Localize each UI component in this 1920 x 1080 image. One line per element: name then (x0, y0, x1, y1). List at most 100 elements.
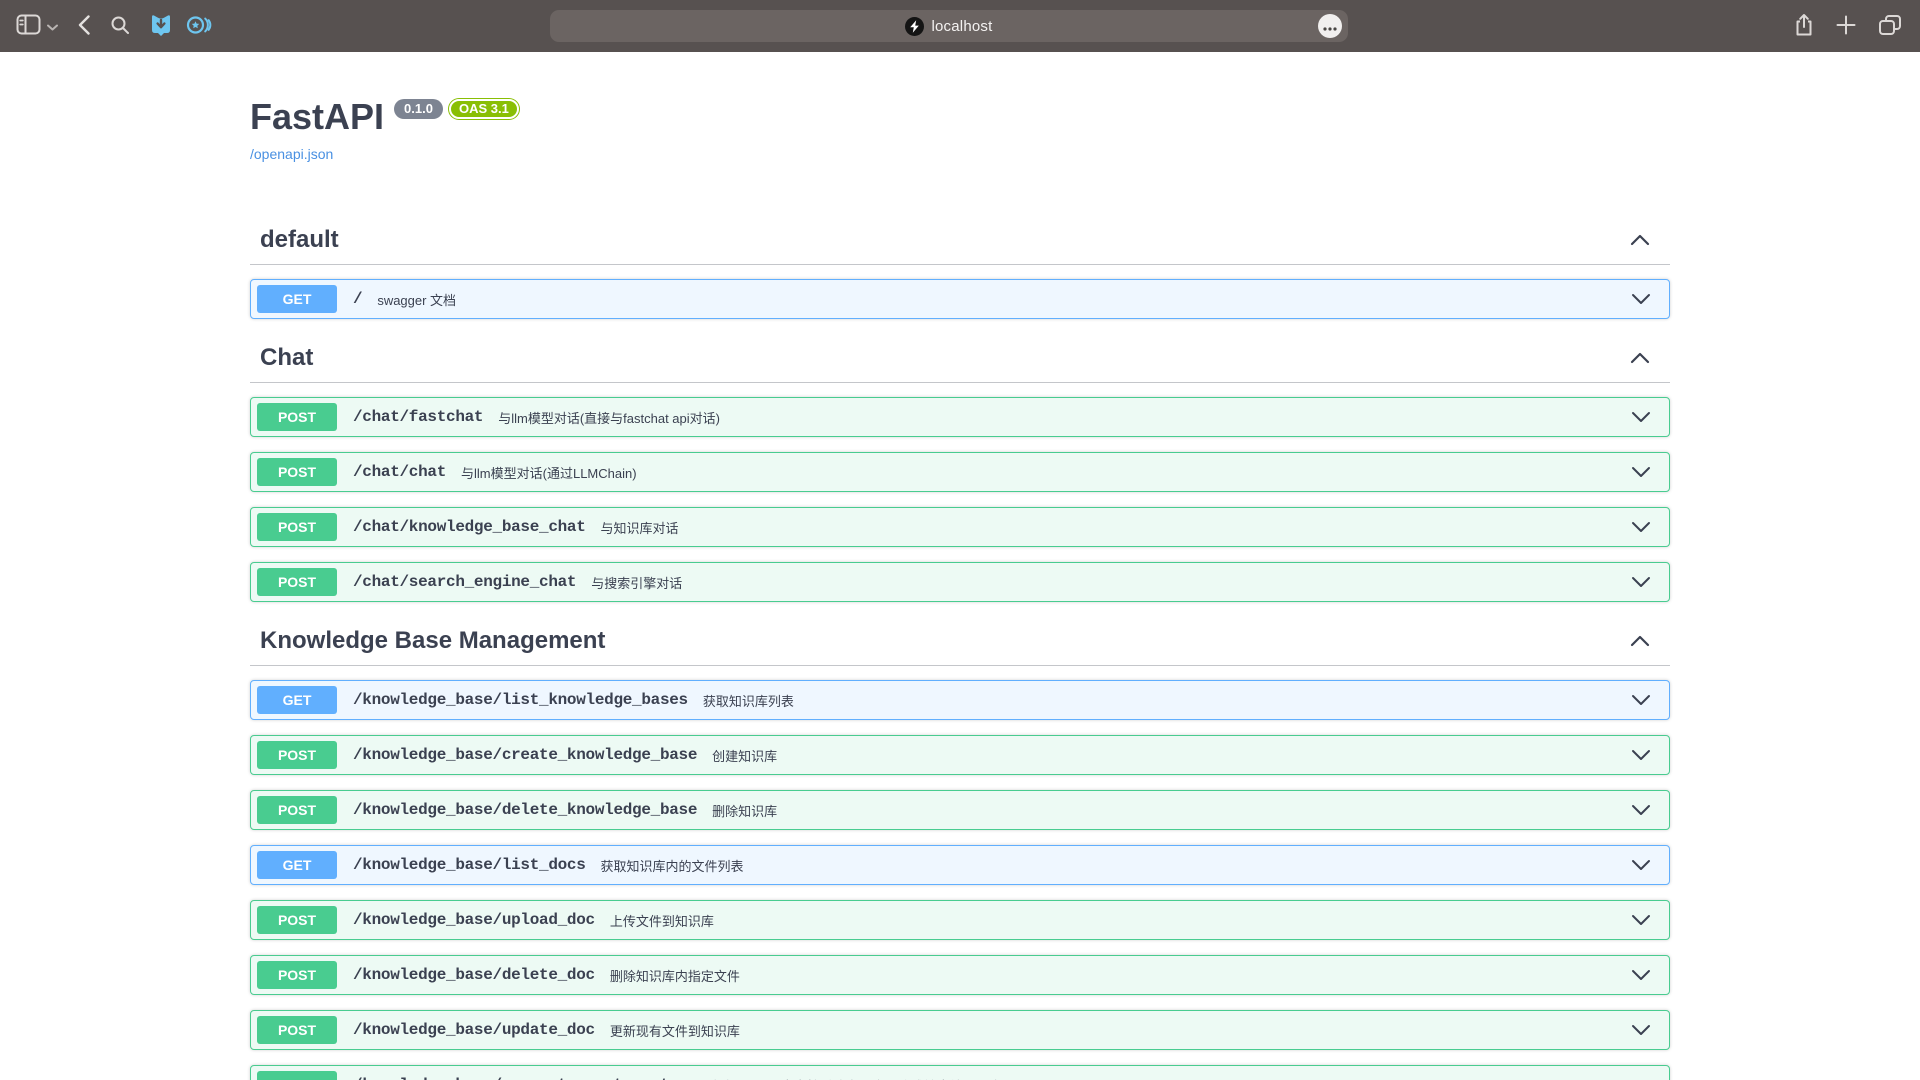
tab-overview-button[interactable] (1878, 14, 1902, 39)
expand-endpoint-icon[interactable] (1631, 293, 1651, 305)
endpoint-row[interactable]: GET / swagger 文档 (250, 279, 1670, 319)
section-title: Knowledge Base Management (260, 627, 605, 655)
sidebar-toggle-button[interactable] (16, 14, 41, 38)
http-method-badge: POST (257, 961, 337, 989)
collapse-section-icon[interactable] (1630, 347, 1650, 369)
section-title: Chat (260, 344, 313, 372)
openapi-spec-link[interactable]: /openapi.json (250, 146, 333, 162)
section-operations: POST /chat/fastchat 与llm模型对话(直接与fastchat… (250, 397, 1670, 602)
endpoint-description: 获取知识库列表 (703, 691, 794, 710)
endpoint-path: / (353, 290, 362, 308)
oas-badge: OAS 3.1 (449, 99, 519, 119)
endpoint-description: swagger 文档 (377, 290, 456, 309)
endpoint-path: /knowledge_base/list_docs (353, 856, 586, 874)
endpoint-path: /chat/search_engine_chat (353, 573, 576, 591)
endpoint-description: 与知识库对话 (601, 518, 679, 537)
section-title: default (260, 226, 339, 254)
endpoint-description: 更新现有文件到知识库 (610, 1021, 740, 1040)
expand-endpoint-icon[interactable] (1631, 411, 1651, 423)
endpoint-row[interactable]: POST /chat/fastchat 与llm模型对话(直接与fastchat… (250, 397, 1670, 437)
section-operations: GET / swagger 文档 (250, 279, 1670, 319)
api-section: Chat POST /chat/fastchat 与llm模型对话(直接与fas… (250, 334, 1670, 602)
page-settings-button[interactable] (1318, 14, 1342, 38)
expand-endpoint-icon[interactable] (1631, 1024, 1651, 1036)
http-method-badge: POST (257, 568, 337, 596)
http-method-badge: POST (257, 458, 337, 486)
http-method-badge: POST (257, 906, 337, 934)
chevron-down-icon (47, 19, 58, 34)
expand-endpoint-icon[interactable] (1631, 576, 1651, 588)
endpoint-path: /knowledge_base/recreate_vector_store (353, 1076, 697, 1080)
http-method-badge: POST (257, 513, 337, 541)
back-button[interactable] (78, 15, 90, 38)
endpoint-path: /knowledge_base/list_knowledge_bases (353, 691, 688, 709)
endpoint-row[interactable]: POST /chat/knowledge_base_chat 与知识库对话 (250, 507, 1670, 547)
http-method-badge: GET (257, 851, 337, 879)
extension-shield-icon (150, 13, 172, 40)
collapse-section-icon[interactable] (1630, 630, 1650, 652)
tab-overview-icon (1878, 14, 1902, 39)
toolbar-left-group (0, 13, 226, 40)
api-title-text: FastAPI (250, 96, 384, 138)
endpoint-row[interactable]: POST /knowledge_base/upload_doc 上传文件到知识库 (250, 900, 1670, 940)
search-icon (110, 15, 130, 38)
url-host: localhost (931, 18, 992, 35)
http-method-badge: POST (257, 796, 337, 824)
endpoint-path: /knowledge_base/update_doc (353, 1021, 595, 1039)
new-tab-button[interactable] (1836, 15, 1856, 38)
section-header[interactable]: Knowledge Base Management (250, 617, 1670, 666)
sidebar-icon (16, 14, 41, 38)
expand-endpoint-icon[interactable] (1631, 804, 1651, 816)
expand-endpoint-icon[interactable] (1631, 521, 1651, 533)
endpoint-row[interactable]: POST /knowledge_base/recreate_vector_sto… (250, 1065, 1670, 1080)
api-section: default GET / swagger 文档 (250, 216, 1670, 319)
endpoint-row[interactable]: POST /knowledge_base/create_knowledge_ba… (250, 735, 1670, 775)
expand-endpoint-icon[interactable] (1631, 466, 1651, 478)
http-method-badge: POST (257, 1071, 337, 1080)
endpoint-row[interactable]: POST /knowledge_base/delete_doc 删除知识库内指定… (250, 955, 1670, 995)
page-title: FastAPI 0.1.0 OAS 3.1 (250, 96, 1670, 138)
sections: default GET / swagger 文档 Chat (250, 216, 1670, 1080)
section-header[interactable]: default (250, 216, 1670, 265)
extension-shield-button[interactable] (150, 13, 172, 40)
sidebar-menu-button[interactable] (47, 19, 58, 34)
share-button[interactable] (1794, 13, 1814, 40)
endpoint-row[interactable]: GET /knowledge_base/list_knowledge_bases… (250, 680, 1670, 720)
address-bar[interactable]: localhost (550, 10, 1348, 42)
http-method-badge: GET (257, 686, 337, 714)
api-section: Knowledge Base Management GET /knowledge… (250, 617, 1670, 1080)
endpoint-row[interactable]: POST /knowledge_base/update_doc 更新现有文件到知… (250, 1010, 1670, 1050)
collapse-section-icon[interactable] (1630, 229, 1650, 251)
http-method-badge: POST (257, 403, 337, 431)
endpoint-description: 创建知识库 (712, 746, 777, 765)
share-icon (1794, 13, 1814, 40)
endpoint-description: 删除知识库内指定文件 (610, 966, 740, 985)
expand-endpoint-icon[interactable] (1631, 969, 1651, 981)
endpoint-description: 与搜索引擎对话 (591, 573, 682, 592)
section-operations: GET /knowledge_base/list_knowledge_bases… (250, 680, 1670, 1080)
endpoint-path: /chat/knowledge_base_chat (353, 518, 586, 536)
toolbar-right-group (1772, 0, 1902, 52)
endpoint-row[interactable]: GET /knowledge_base/list_docs 获取知识库内的文件列… (250, 845, 1670, 885)
expand-endpoint-icon[interactable] (1631, 914, 1651, 926)
expand-endpoint-icon[interactable] (1631, 749, 1651, 761)
http-method-badge: POST (257, 1016, 337, 1044)
expand-endpoint-icon[interactable] (1631, 859, 1651, 871)
api-info-block: FastAPI 0.1.0 OAS 3.1 /openapi.json (250, 52, 1670, 164)
extension-dial-button[interactable] (186, 14, 212, 39)
endpoint-description: 根据content中文档重建向量库，流式输出处理进度。 (712, 1076, 1015, 1080)
endpoint-row[interactable]: POST /chat/search_engine_chat 与搜索引擎对话 (250, 562, 1670, 602)
endpoint-description: 与llm模型对话(直接与fastchat api对话) (498, 408, 720, 427)
endpoint-path: /knowledge_base/delete_doc (353, 966, 595, 984)
browser-toolbar: localhost (0, 0, 1920, 52)
http-method-badge: GET (257, 285, 337, 313)
endpoint-path: /chat/fastchat (353, 408, 483, 426)
site-favicon-icon (905, 17, 924, 36)
section-header[interactable]: Chat (250, 334, 1670, 383)
endpoint-description: 获取知识库内的文件列表 (601, 856, 744, 875)
endpoint-row[interactable]: POST /knowledge_base/delete_knowledge_ba… (250, 790, 1670, 830)
endpoint-row[interactable]: POST /chat/chat 与llm模型对话(通过LLMChain) (250, 452, 1670, 492)
expand-endpoint-icon[interactable] (1631, 694, 1651, 706)
search-button[interactable] (110, 15, 130, 38)
endpoint-path: /knowledge_base/upload_doc (353, 911, 595, 929)
